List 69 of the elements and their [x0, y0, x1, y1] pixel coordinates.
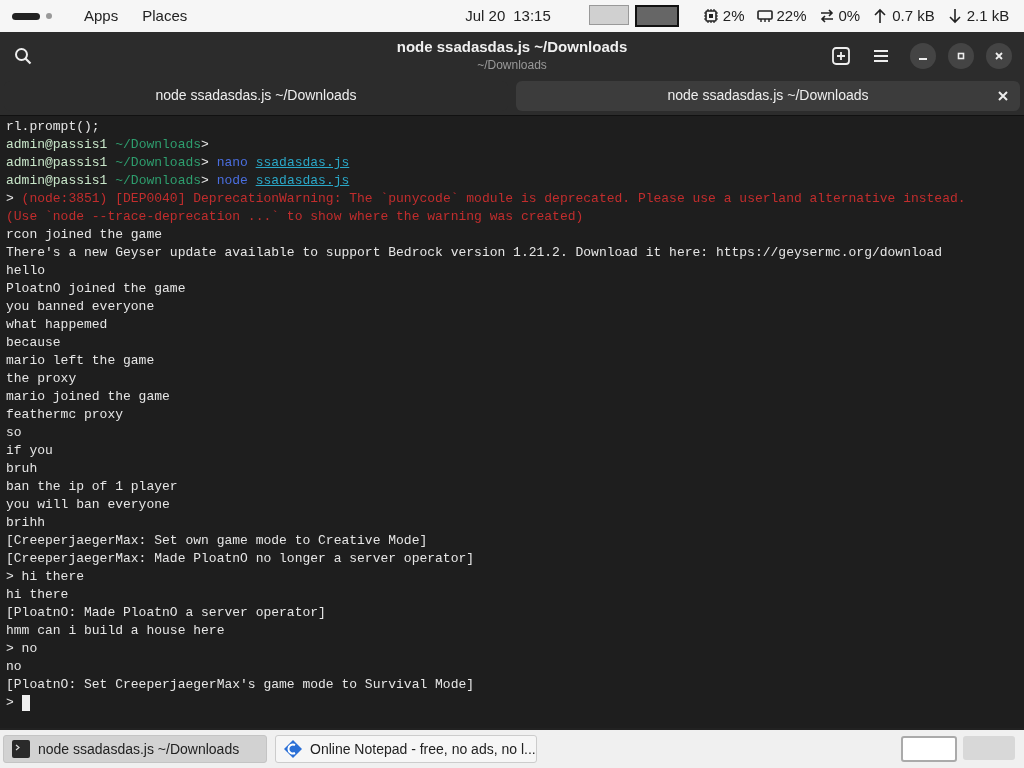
workspace-thumbnail[interactable] — [901, 736, 957, 762]
top-menu[interactable]: Places — [142, 4, 188, 28]
terminal-tab[interactable]: node ssadasdas.js ~/Downloads — [516, 80, 1020, 111]
terminal-line: (Use `node --trace-deprecation ...` to show where the warning was created) — [6, 208, 585, 226]
terminal-line: admin@passis1 ~/Downloads> nano ssadasdas.js — [6, 154, 351, 172]
close-icon — [993, 50, 1005, 62]
activities-indicator[interactable] — [12, 12, 52, 20]
terminal-line: ban the ip of 1 player — [6, 478, 179, 496]
close-button[interactable] — [986, 43, 1012, 69]
terminal-line: hi there — [6, 586, 70, 604]
indicator-value[interactable]: 2.1 kB — [966, 4, 1010, 28]
time-label[interactable]: 13:15 — [513, 4, 551, 28]
taskbar-item[interactable]: Online Notepad - free, no ads, no l... — [275, 735, 537, 763]
terminal-line: if you — [6, 442, 54, 460]
terminal-line: the proxy — [6, 370, 78, 388]
menu-icon[interactable] — [872, 47, 890, 65]
terminal-line: rl.prompt(); — [6, 118, 101, 136]
top-menu[interactable]: Apps — [84, 4, 119, 28]
prompt-symbol: > — [6, 694, 14, 712]
workspace-thumbnail[interactable] — [963, 736, 1015, 760]
workspace-thumbnail[interactable] — [588, 5, 629, 25]
minimize-button[interactable] — [910, 43, 936, 69]
terminal-line: > hi there — [6, 568, 85, 586]
window-subtitle: ~/Downloads — [477, 57, 547, 73]
terminal-line: There's a new Geyser update available to support Bedrock version 1.21.2. Download it here: https://geysermc.org/download — [6, 244, 944, 262]
terminal-line: [PloatnO: Set CreeperjaegerMax's game mode to Survival Mode] — [6, 676, 476, 694]
terminal-line: you will ban everyone — [6, 496, 171, 514]
indicator-value[interactable]: 0% — [838, 4, 861, 28]
terminal-line: mario left the game — [6, 352, 156, 370]
workspace-thumbnail[interactable] — [634, 5, 679, 27]
terminal-line: you banned everyone — [6, 298, 156, 316]
chip-icon — [702, 8, 719, 24]
terminal-line: hmm can i build a house here — [6, 622, 226, 640]
swap-arrows-icon — [818, 8, 835, 24]
terminal-line: admin@passis1 ~/Downloads> — [6, 136, 210, 154]
terminal-line: [CreeperjaegerMax: Set own game mode to Creative Mode] — [6, 532, 429, 550]
terminal-line: bruh — [6, 460, 39, 478]
date-label[interactable]: Jul 20 — [465, 4, 506, 28]
taskbar-item[interactable]: node ssadasdas.js ~/Downloads — [3, 735, 267, 763]
terminal-line: so — [6, 424, 23, 442]
terminal-line: mario joined the game — [6, 388, 171, 406]
terminal-line: rcon joined the game — [6, 226, 164, 244]
minimize-icon — [919, 57, 927, 60]
indicator-value[interactable]: 22% — [776, 4, 807, 28]
maximize-icon — [955, 50, 967, 62]
indicator-value[interactable]: 2% — [722, 4, 745, 28]
new-tab-icon[interactable] — [832, 47, 850, 65]
terminal-line: feathermc proxy — [6, 406, 125, 424]
terminal-line: PloatnO joined the game — [6, 280, 187, 298]
terminal-line: > (node:3851) [DEP0040] DeprecationWarning: The `punycode` module is deprecated. Please use a userland alternative instead. — [6, 190, 967, 208]
text-cursor — [21, 695, 30, 711]
window-title: node ssadasdas.js ~/Downloads — [396, 37, 628, 57]
terminal-line: admin@passis1 ~/Downloads> node ssadasdas.js — [6, 172, 351, 190]
down-arrow-icon — [946, 8, 963, 24]
indicator-value[interactable]: 0.7 kB — [892, 4, 935, 28]
terminal-line: > no — [6, 640, 39, 658]
diamond-icon — [284, 740, 302, 758]
maximize-button[interactable] — [948, 43, 974, 69]
terminal-line: what happemed — [6, 316, 109, 334]
memory-icon — [756, 8, 773, 24]
terminal-line: brihh — [6, 514, 46, 532]
search-icon[interactable] — [14, 47, 32, 65]
terminal-icon — [12, 740, 30, 758]
terminal-line: no — [6, 658, 23, 676]
terminal-line: [PloatnO: Made PloatnO a server operator] — [6, 604, 327, 622]
terminal-line: hello — [6, 262, 46, 280]
terminal-line: [CreeperjaegerMax: Made PloatnO no longer a server operator] — [6, 550, 476, 568]
terminal-line: because — [6, 334, 62, 352]
close-icon[interactable] — [998, 90, 1008, 101]
